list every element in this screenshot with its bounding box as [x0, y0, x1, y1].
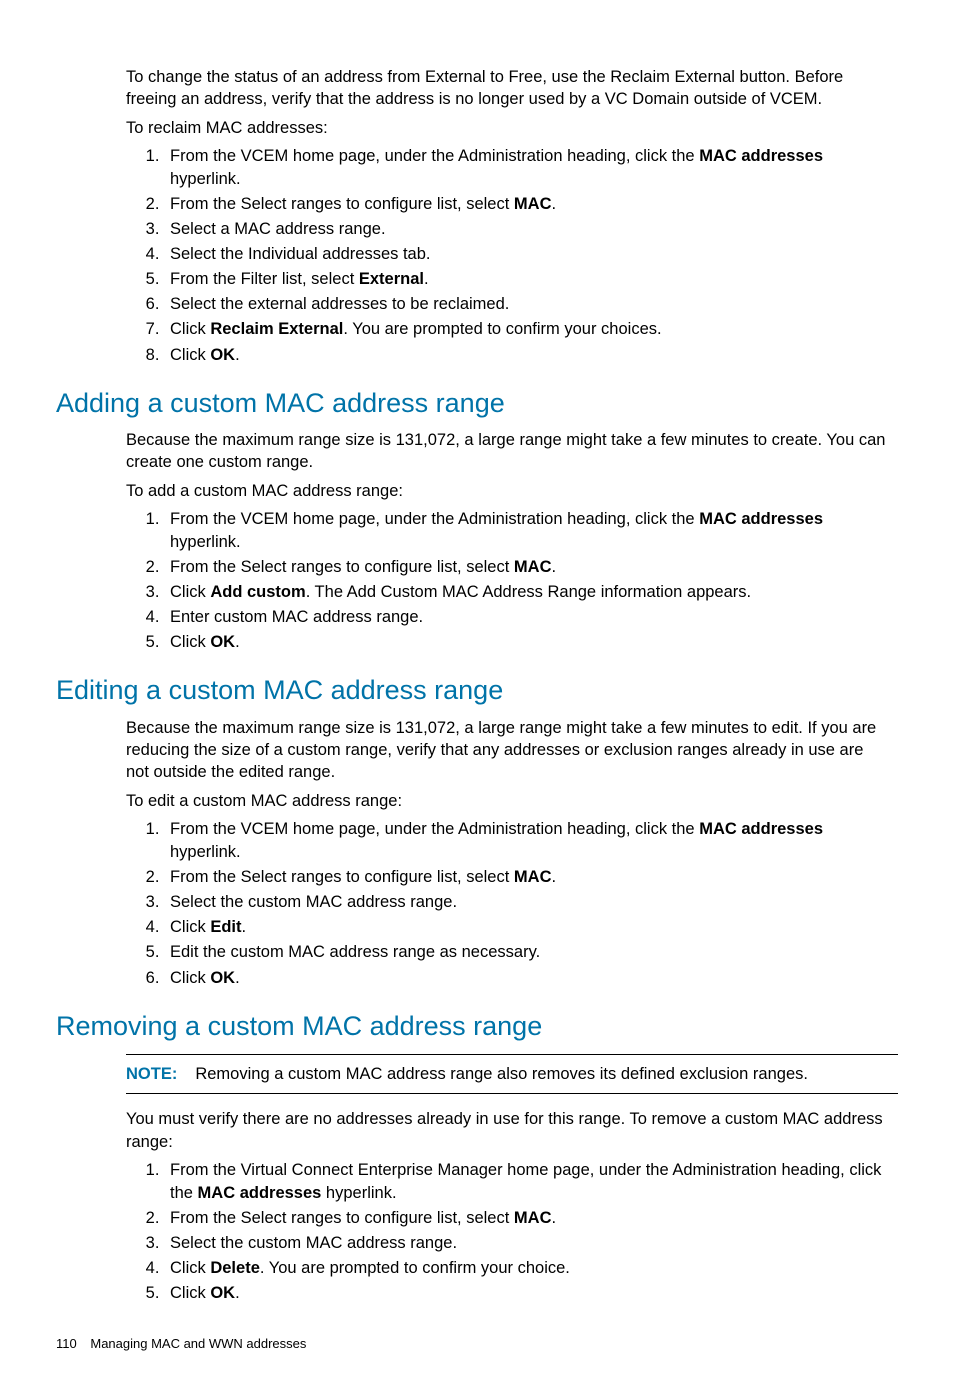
list-item: From the Select ranges to configure list…	[164, 193, 898, 216]
section-adding: Adding a custom MAC address range Becaus…	[56, 385, 898, 655]
list-item: Click Edit.	[164, 916, 898, 939]
paragraph: To add a custom MAC address range:	[126, 480, 888, 502]
ordered-list: From the VCEM home page, under the Admin…	[56, 818, 898, 990]
list-item: Select a MAC address range.	[164, 218, 898, 241]
list-item: From the Filter list, select External.	[164, 268, 898, 291]
footer-title: Managing MAC and WWN addresses	[90, 1336, 306, 1351]
list-item: Click Add custom. The Add Custom MAC Add…	[164, 581, 898, 604]
list-item: Select the Individual addresses tab.	[164, 243, 898, 266]
list-item: Click OK.	[164, 344, 898, 367]
section-reclaim: To change the status of an address from …	[56, 66, 898, 367]
list-item: Click OK.	[164, 1282, 898, 1305]
heading-removing: Removing a custom MAC address range	[56, 1008, 898, 1044]
note-box: NOTE: Removing a custom MAC address range…	[126, 1054, 898, 1094]
list-item: Click OK.	[164, 967, 898, 990]
paragraph: You must verify there are no addresses a…	[126, 1108, 888, 1153]
list-item: From the VCEM home page, under the Admin…	[164, 818, 898, 864]
list-item: Select the custom MAC address range.	[164, 1232, 898, 1255]
list-item: From the Select ranges to configure list…	[164, 866, 898, 889]
heading-editing: Editing a custom MAC address range	[56, 672, 898, 708]
paragraph: To edit a custom MAC address range:	[126, 790, 888, 812]
list-item: Select the custom MAC address range.	[164, 891, 898, 914]
page-footer: 110 Managing MAC and WWN addresses	[56, 1335, 898, 1353]
list-item: Select the external addresses to be recl…	[164, 293, 898, 316]
paragraph: To reclaim MAC addresses:	[126, 117, 888, 139]
list-item: Edit the custom MAC address range as nec…	[164, 941, 898, 964]
paragraph: Because the maximum range size is 131,07…	[126, 429, 888, 474]
heading-adding: Adding a custom MAC address range	[56, 385, 898, 421]
note-label: NOTE:	[126, 1065, 177, 1083]
list-item: From the Select ranges to configure list…	[164, 1207, 898, 1230]
ordered-list: From the VCEM home page, under the Admin…	[56, 508, 898, 655]
list-item: From the Select ranges to configure list…	[164, 556, 898, 579]
list-item: Click Delete. You are prompted to confir…	[164, 1257, 898, 1280]
list-item: Enter custom MAC address range.	[164, 606, 898, 629]
section-editing: Editing a custom MAC address range Becau…	[56, 672, 898, 989]
list-item: From the VCEM home page, under the Admin…	[164, 145, 898, 191]
list-item: From the Virtual Connect Enterprise Mana…	[164, 1159, 898, 1205]
list-item: Click OK.	[164, 631, 898, 654]
paragraph: Because the maximum range size is 131,07…	[126, 717, 888, 784]
note-text: Removing a custom MAC address range also…	[195, 1065, 808, 1083]
paragraph: To change the status of an address from …	[126, 66, 888, 111]
ordered-list: From the Virtual Connect Enterprise Mana…	[56, 1159, 898, 1306]
list-item: From the VCEM home page, under the Admin…	[164, 508, 898, 554]
list-item: Click Reclaim External. You are prompted…	[164, 318, 898, 341]
ordered-list: From the VCEM home page, under the Admin…	[56, 145, 898, 367]
section-removing: Removing a custom MAC address range NOTE…	[56, 1008, 898, 1306]
page-number: 110	[56, 1336, 77, 1351]
